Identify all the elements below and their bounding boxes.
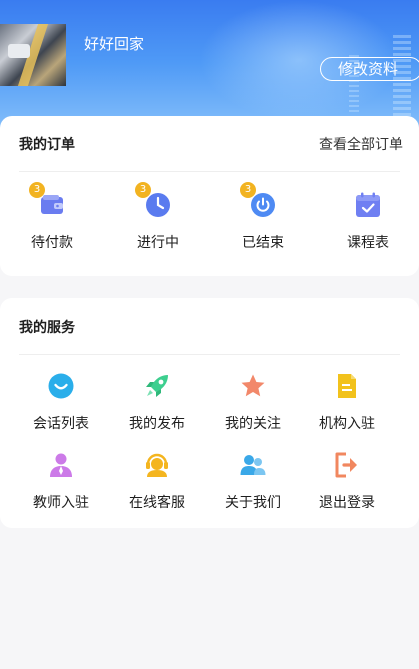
- service-chat-list[interactable]: 会话列表: [16, 373, 106, 433]
- order-badge: 3: [29, 182, 45, 198]
- service-label: 退出登录: [319, 495, 375, 511]
- order-item-finished[interactable]: 3 已结束: [218, 182, 308, 252]
- avatar-car: [8, 44, 30, 58]
- order-item-label: 已结束: [242, 235, 284, 251]
- service-logout[interactable]: 退出登录: [302, 452, 392, 512]
- service-teacher-join[interactable]: 教师入驻: [16, 452, 106, 512]
- orders-card: 我的订单 查看全部订单 3 待付款 3 进行中 3 已结束 课程表: [0, 116, 419, 276]
- teacher-icon: [48, 452, 74, 478]
- service-institution-join[interactable]: 机构入驻: [302, 373, 392, 433]
- order-item-label: 待付款: [31, 235, 73, 251]
- orders-title: 我的订单: [19, 137, 75, 153]
- avatar[interactable]: [0, 24, 66, 86]
- service-my-follows[interactable]: 我的关注: [208, 373, 298, 433]
- services-title: 我的服务: [19, 320, 75, 336]
- wallet-icon: 3: [29, 182, 65, 218]
- services-card: 我的服务 会话列表 我的发布 我的关注 机构入驻 教师入驻 在线客服 关于我们 …: [0, 298, 419, 528]
- star-icon: [240, 373, 266, 399]
- service-label: 关于我们: [225, 495, 281, 511]
- service-online-support[interactable]: 在线客服: [112, 452, 202, 512]
- view-all-orders-link[interactable]: 查看全部订单: [319, 134, 403, 154]
- rocket-icon: [144, 373, 170, 399]
- order-item-in-progress[interactable]: 3 进行中: [113, 182, 203, 252]
- edit-profile-button[interactable]: 修改资料: [320, 57, 419, 81]
- service-label: 在线客服: [129, 495, 185, 511]
- document-icon: [334, 373, 360, 399]
- divider: [19, 171, 400, 172]
- service-label: 机构入驻: [319, 416, 375, 432]
- service-label: 我的发布: [129, 416, 185, 432]
- username: 好好回家: [84, 35, 145, 53]
- order-badge: 3: [135, 182, 151, 198]
- headset-icon: [144, 452, 170, 478]
- calendar-icon: [355, 192, 381, 218]
- service-my-posts[interactable]: 我的发布: [112, 373, 202, 433]
- chat-bubble-icon: [48, 373, 74, 399]
- order-item-label: 进行中: [137, 235, 179, 251]
- divider: [19, 354, 400, 355]
- logout-icon: [334, 452, 360, 478]
- order-badge: 3: [240, 182, 256, 198]
- service-about-us[interactable]: 关于我们: [208, 452, 298, 512]
- users-icon: [240, 452, 266, 478]
- order-item-label: 课程表: [347, 235, 389, 251]
- order-item-schedule[interactable]: 课程表: [323, 192, 413, 252]
- service-label: 我的关注: [225, 416, 281, 432]
- service-label: 会话列表: [33, 416, 89, 432]
- power-icon: 3: [240, 182, 276, 218]
- order-item-pending-payment[interactable]: 3 待付款: [7, 182, 97, 252]
- clock-icon: 3: [135, 182, 171, 218]
- service-label: 教师入驻: [33, 495, 89, 511]
